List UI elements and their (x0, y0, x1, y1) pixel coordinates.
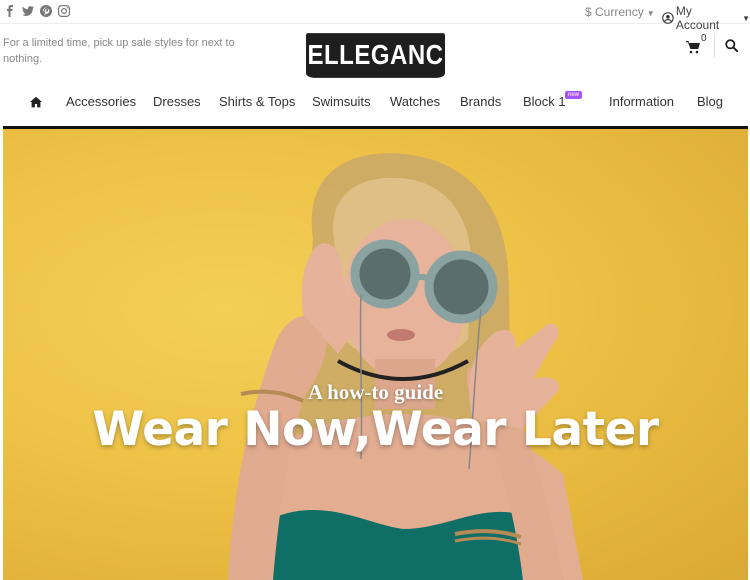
home-icon[interactable] (30, 95, 42, 108)
nav-watches[interactable]: Watches (390, 94, 440, 109)
facebook-icon[interactable] (4, 4, 16, 18)
new-badge: new (565, 91, 583, 99)
nav-dresses[interactable]: Dresses (153, 94, 201, 109)
top-bar: $ Currency ▼ My Account ▼ (0, 0, 750, 32)
site-logo[interactable]: SELLEGANCE (291, 33, 460, 78)
search-icon (725, 39, 739, 53)
nav-accessories[interactable]: Accessories (66, 94, 136, 109)
caret-down-icon: ▼ (742, 13, 750, 23)
twitter-icon[interactable] (22, 4, 34, 18)
hero-banner[interactable]: A how-to guide Wear Now,Wear Later (3, 129, 748, 580)
shopping-cart-icon (686, 41, 700, 54)
caret-down-icon: ▼ (646, 9, 655, 18)
currency-label: $ Currency (585, 5, 644, 19)
user-circle-icon (662, 12, 674, 24)
pinterest-icon[interactable] (40, 4, 52, 18)
promo-text: For a limited time, pick up sale styles … (3, 37, 235, 65)
nav-swimsuits[interactable]: Swimsuits (312, 94, 371, 109)
nav-information[interactable]: Information (609, 94, 674, 109)
hero-model-image (228, 153, 583, 580)
header-divider (714, 33, 715, 58)
main-navigation: Accessories Dresses Shirts & Tops Swimsu… (0, 91, 750, 122)
social-links (4, 4, 70, 18)
cart-count: 0 (701, 33, 707, 44)
instagram-icon[interactable] (58, 4, 70, 18)
hero-title: Wear Now,Wear Later (92, 402, 659, 457)
currency-dropdown[interactable]: $ Currency ▼ (585, 5, 655, 19)
nav-shirts-tops[interactable]: Shirts & Tops (219, 94, 295, 109)
cart-button[interactable]: 0 (686, 33, 707, 56)
search-button[interactable] (725, 39, 739, 53)
my-account-dropdown[interactable]: My Account ▼ (662, 4, 750, 32)
nav-blog[interactable]: Blog (697, 94, 723, 109)
nav-brands[interactable]: Brands (460, 94, 501, 109)
account-label: My Account (675, 4, 720, 32)
nav-block-1[interactable]: Block 1 (523, 94, 566, 109)
